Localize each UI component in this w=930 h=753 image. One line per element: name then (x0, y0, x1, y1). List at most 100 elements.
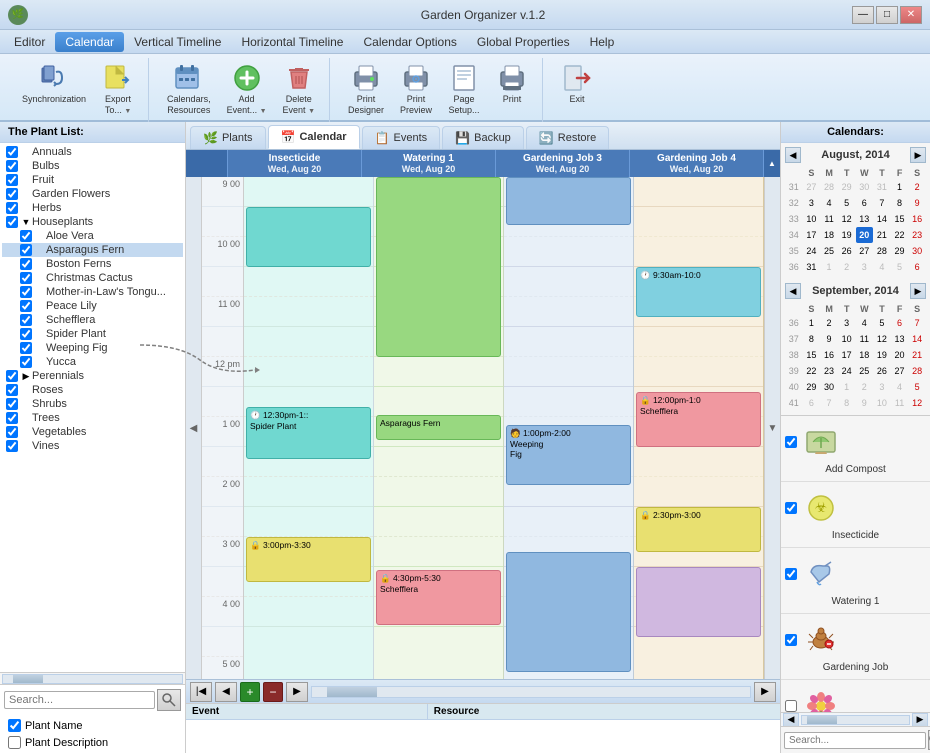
print-preview-button[interactable]: PrintPreview (394, 58, 438, 120)
ribbon-group-print: PrintDesigner PrintPreview (334, 58, 543, 132)
right-scrollbar-track[interactable] (801, 715, 910, 725)
cal-event-schefflera-watering[interactable]: 🔒 4:30pm-5:30 Schefflera (376, 570, 501, 625)
right-search-input[interactable] (784, 732, 926, 749)
menu-horizontal-timeline[interactable]: Horizontal Timeline (231, 32, 353, 52)
right-scroll-right[interactable]: ▶ (912, 713, 928, 727)
page-setup-button[interactable]: PageSetup... (442, 58, 486, 120)
col-header-watering1: Watering 1 Wed, Aug 20 (362, 150, 496, 177)
print-button[interactable]: Print (490, 58, 534, 120)
tree-item-spider-plant[interactable]: Spider Plant (2, 327, 183, 341)
cal-nav-right[interactable]: ▼ (764, 177, 780, 679)
menu-vertical-timeline[interactable]: Vertical Timeline (124, 32, 231, 52)
menu-help[interactable]: Help (580, 32, 625, 52)
print-icon (496, 62, 528, 94)
cal-event-job4-yellow[interactable]: 🔒 2:30pm-3:00 (636, 507, 761, 552)
cal-event-watering-large[interactable] (376, 177, 501, 357)
tab-backup[interactable]: 💾 Backup (442, 126, 524, 149)
menu-global-properties[interactable]: Global Properties (467, 32, 580, 52)
nav-first[interactable]: |◀ (190, 682, 212, 702)
print-designer-button[interactable]: PrintDesigner (342, 58, 390, 120)
delete-icon (283, 62, 315, 94)
nav-next[interactable]: ▶ (754, 682, 776, 702)
cal-event-weeping-fig[interactable]: 🧑 1:00pm-2:00 Weeping Fig (506, 425, 631, 485)
left-search-input[interactable] (4, 691, 155, 709)
export-label: ExportTo... ▼ (105, 94, 131, 116)
exit-button[interactable]: Exit (555, 58, 599, 109)
synchronization-button[interactable]: Synchronization (16, 58, 92, 120)
tree-item-trees[interactable]: Trees (2, 411, 183, 425)
tree-item-aloe-vera[interactable]: Aloe Vera (2, 229, 183, 243)
left-h-scrollbar[interactable] (0, 672, 185, 684)
menu-calendar[interactable]: Calendar (55, 32, 124, 52)
tree-item-roses[interactable]: Roses (2, 383, 183, 397)
plant-description-checkbox[interactable] (8, 736, 21, 749)
tab-plants[interactable]: 🌿 Plants (190, 126, 266, 149)
tree-item-weeping-fig[interactable]: Weeping Fig (2, 341, 183, 355)
resource-insecticide[interactable]: ☣ Insecticide (781, 482, 930, 548)
tree-item-christmas-cactus[interactable]: Christmas Cactus (2, 271, 183, 285)
cal-event-asparagus-fern[interactable]: Asparagus Fern (376, 415, 501, 440)
calendar-h-scrollbar[interactable] (311, 686, 751, 698)
tree-item-shrubs[interactable]: Shrubs (2, 397, 183, 411)
tab-calendar[interactable]: 📅 Calendar (268, 125, 360, 149)
nav-right-arrow[interactable]: ▶ (286, 682, 308, 702)
left-search-button[interactable] (157, 689, 181, 711)
tree-item-garden-flowers[interactable]: Garden Flowers (2, 187, 183, 201)
nav-add[interactable]: + (240, 682, 260, 702)
cal-event-3pm[interactable]: 🔒 3:00pm-3:30 (246, 537, 371, 582)
menu-calendar-options[interactable]: Calendar Options (353, 32, 466, 52)
resource-add-compost[interactable]: Add Compost (781, 416, 930, 482)
cal-event-spider-plant[interactable]: 🕐 12:30pm-1:: Spider Plant (246, 407, 371, 459)
nav-delete[interactable]: − (263, 682, 283, 702)
tree-item-vines[interactable]: Vines (2, 439, 183, 453)
delete-event-button[interactable]: DeleteEvent ▼ (277, 58, 321, 120)
sep-prev-btn[interactable]: ◀ (785, 283, 801, 299)
minimize-button[interactable]: — (852, 6, 874, 24)
scroll-up-btn[interactable]: ▲ (764, 150, 780, 177)
tree-item-mothers-tongue[interactable]: Mother-in-Law's Tongu... (2, 285, 183, 299)
close-button[interactable]: ✕ (900, 6, 922, 24)
filter-checkboxes: Plant Name Plant Description (0, 715, 185, 753)
maximize-button[interactable]: □ (876, 6, 898, 24)
tree-item-bulbs[interactable]: Bulbs (2, 159, 183, 173)
export-button[interactable]: ExportTo... ▼ (96, 58, 140, 120)
insecticide-label: Insecticide (832, 530, 879, 541)
sep-title: September, 2014 (812, 285, 899, 297)
tree-item-asparagus-fern[interactable]: Asparagus Fern (2, 243, 183, 257)
resource-gardening-job2[interactable]: Gardening Job (781, 680, 930, 712)
tab-events[interactable]: 📋 Events (362, 126, 441, 149)
calendars-header: Calendars: (781, 122, 930, 143)
aug-prev-btn[interactable]: ◀ (785, 147, 801, 163)
cal-event-job4-lavender[interactable] (636, 567, 761, 637)
nav-prev[interactable]: ◀ (215, 682, 237, 702)
cal-event-schefflera-job4[interactable]: 🔒 12:00pm-1:0 Schefflera (636, 392, 761, 447)
tree-item-schefflera[interactable]: Schefflera (2, 313, 183, 327)
print-label: Print (503, 94, 522, 105)
aug-title: August, 2014 (821, 149, 889, 161)
plant-name-checkbox[interactable] (8, 719, 21, 732)
right-scroll-left[interactable]: ◀ (783, 713, 799, 727)
add-event-button[interactable]: AddEvent... ▼ (221, 58, 273, 120)
tree-item-boston-ferns[interactable]: Boston Ferns (2, 257, 183, 271)
resource-gardening-job[interactable]: Gardening Job (781, 614, 930, 680)
menu-editor[interactable]: Editor (4, 32, 55, 52)
cal-event-insecticide-1[interactable] (246, 207, 371, 267)
tree-item-perennials[interactable]: ▶Perennials (2, 369, 183, 383)
tree-item-houseplants[interactable]: ▼Houseplants (2, 215, 183, 229)
tree-item-vegetables[interactable]: Vegetables (2, 425, 183, 439)
cal-event-job3-1[interactable] (506, 177, 631, 225)
tree-item-fruit[interactable]: Fruit (2, 173, 183, 187)
cal-event-job3-large[interactable] (506, 552, 631, 672)
cal-nav-left[interactable]: ◀ (186, 177, 202, 679)
tree-item-yucca[interactable]: Yucca (2, 355, 183, 369)
insecticide-icon: ☣ (801, 488, 841, 528)
resource-watering1[interactable]: Watering 1 (781, 548, 930, 614)
aug-next-btn[interactable]: ▶ (910, 147, 926, 163)
tab-restore[interactable]: 🔄 Restore (526, 126, 609, 149)
sep-next-btn[interactable]: ▶ (910, 283, 926, 299)
tree-item-herbs[interactable]: Herbs (2, 201, 183, 215)
tree-item-annuals[interactable]: Annuals (2, 145, 183, 159)
cal-event-job4-1[interactable]: 🕐 9:30am-10:0 (636, 267, 761, 317)
tree-item-peace-lily[interactable]: Peace Lily (2, 299, 183, 313)
calendars-resources-button[interactable]: Calendars,Resources (161, 58, 217, 120)
